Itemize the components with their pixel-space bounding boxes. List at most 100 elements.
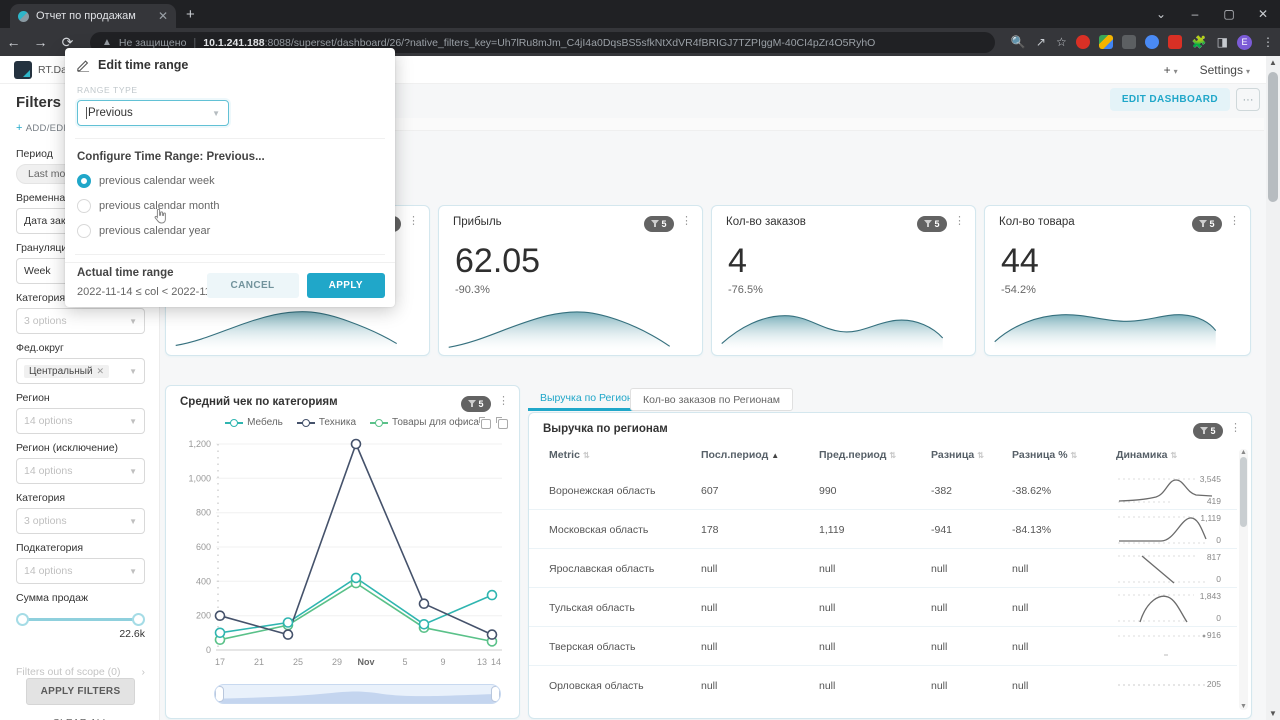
slider-handle-right[interactable]: [132, 613, 145, 626]
kebab-menu-icon[interactable]: ⋮: [1229, 216, 1240, 227]
side-panel-icon[interactable]: ◨: [1217, 35, 1228, 49]
svg-text:1,000: 1,000: [188, 473, 211, 483]
extension-icon-2[interactable]: [1098, 35, 1113, 49]
browser-tab[interactable]: Отчет по продажам ✕: [10, 4, 176, 28]
page-scroll-thumb[interactable]: [1268, 72, 1278, 202]
kpi-card-profit[interactable]: Прибыль 5 ⋮ 62.05 -90.3%: [438, 205, 703, 356]
radio-icon[interactable]: [77, 224, 91, 238]
scroll-up-icon[interactable]: ▲: [1239, 449, 1248, 456]
apply-button[interactable]: APPLY: [306, 272, 385, 298]
forward-icon[interactable]: →: [27, 34, 54, 50]
settings-menu[interactable]: Settings ▾: [1200, 63, 1250, 77]
new-tab-button[interactable]: +: [186, 6, 195, 24]
tab-close-icon[interactable]: ✕: [158, 9, 168, 23]
edit-dashboard-button[interactable]: EDIT DASHBOARD: [1109, 88, 1230, 111]
back-icon[interactable]: ←: [0, 34, 27, 50]
remove-tag-icon[interactable]: ✕: [97, 366, 105, 376]
table-scrollbar[interactable]: ▲ ▼: [1239, 449, 1248, 710]
radio-selected-icon[interactable]: [77, 174, 91, 188]
filter-region-exclude: Регион (исключение) 14 options ▼: [16, 442, 145, 484]
category-select[interactable]: 3 options ▼: [16, 508, 145, 534]
selected-tag[interactable]: Центральный ✕: [24, 364, 110, 378]
legend-item-office[interactable]: Товары для офиса: [370, 417, 479, 428]
zoom-search-icon[interactable]: 🔍: [1011, 35, 1026, 49]
range-type-select[interactable]: Previous ▼: [77, 100, 229, 126]
table-row[interactable]: Тульская область null null null null 1,8…: [529, 588, 1237, 627]
kebab-menu-icon[interactable]: ⋮: [408, 216, 419, 227]
line-chart-card[interactable]: Средний чек по категориям 5 ⋮ Мебель Тех…: [165, 385, 520, 719]
table-chart-card[interactable]: Выручка по регионам 5 ⋮ Metric ⇅ Посл.пер…: [528, 412, 1252, 719]
table-row[interactable]: Ярославская область null null null null …: [529, 549, 1237, 588]
radio-icon[interactable]: [77, 199, 91, 213]
extension-icon-3[interactable]: [1121, 35, 1136, 49]
legend-marker-icon: [225, 418, 244, 427]
fed-district-select[interactable]: Центральный ✕ ▼: [16, 358, 145, 384]
radio-previous-week[interactable]: previous calendar week: [77, 174, 383, 188]
region-select[interactable]: 14 options ▼: [16, 408, 145, 434]
filter-count-badge[interactable]: 5: [644, 216, 674, 232]
chart-range-brush[interactable]: [214, 684, 501, 704]
slider-handle-left[interactable]: [16, 613, 29, 626]
app-logo-icon[interactable]: [14, 61, 32, 79]
radio-previous-month[interactable]: previous calendar month: [77, 199, 383, 213]
kebab-menu-icon[interactable]: ⋮: [681, 216, 692, 227]
browser-menu-icon[interactable]: ⋮: [1262, 35, 1274, 49]
filter-count-badge[interactable]: 5: [1192, 216, 1222, 232]
table-row[interactable]: Тверская область null null null null 916: [529, 627, 1237, 666]
page-scrollbar[interactable]: ▲ ▼: [1266, 56, 1280, 720]
zoom-select-icon[interactable]: [479, 417, 491, 429]
col-diff[interactable]: Разница ⇅: [931, 449, 1012, 461]
kpi-card-items[interactable]: Кол-во товара 5 ⋮ 44 -54.2%: [984, 205, 1251, 356]
minimize-button[interactable]: –: [1178, 0, 1212, 28]
table-row[interactable]: Московская область 178 1,119 -941 -84.13…: [529, 510, 1237, 549]
zoom-reset-icon[interactable]: [496, 417, 508, 429]
region-exclude-select[interactable]: 14 options ▼: [16, 458, 145, 484]
scroll-up-icon[interactable]: ▲: [1266, 58, 1280, 67]
filters-out-of-scope[interactable]: Filters out of scope (0) ›: [16, 666, 145, 678]
new-menu[interactable]: + ▾: [1164, 63, 1178, 77]
table-scroll-thumb[interactable]: [1240, 457, 1247, 527]
legend-item-furniture[interactable]: Мебель: [225, 417, 283, 428]
legend-item-tech[interactable]: Техника: [296, 417, 356, 428]
filter-count-badge[interactable]: 5: [1193, 423, 1223, 439]
brush-handle-right[interactable]: [491, 686, 500, 702]
col-metric[interactable]: Metric ⇅: [549, 449, 701, 461]
sales-sum-slider[interactable]: [16, 612, 145, 626]
close-button[interactable]: ✕: [1246, 0, 1280, 28]
kebab-menu-icon[interactable]: ⋮: [1230, 423, 1241, 434]
svg-text:21: 21: [254, 657, 264, 667]
tab-search-icon[interactable]: ⌄: [1144, 0, 1178, 28]
extension-icon-5[interactable]: [1167, 35, 1182, 49]
popup-title: Edit time range: [98, 58, 189, 72]
kebab-menu-icon[interactable]: ⋮: [498, 396, 509, 407]
client-category-select[interactable]: 3 options ▼: [16, 308, 145, 334]
dashboard-more-button[interactable]: ···: [1236, 88, 1260, 111]
kpi-card-orders[interactable]: Кол-во заказов 5 ⋮ 4 -76.5%: [711, 205, 976, 356]
subcategory-select[interactable]: 14 options ▼: [16, 558, 145, 584]
table-row[interactable]: Орловская область null null null null 20…: [529, 666, 1237, 705]
maximize-button[interactable]: ▢: [1212, 0, 1246, 28]
tab-orders-by-region[interactable]: Кол-во заказов по Регионам: [630, 388, 794, 411]
col-diff-pct[interactable]: Разница % ⇅: [1012, 449, 1116, 461]
bookmark-star-icon[interactable]: ☆: [1056, 35, 1067, 49]
kebab-menu-icon[interactable]: ⋮: [954, 216, 965, 227]
filter-count-badge[interactable]: 5: [461, 396, 491, 412]
col-last-period[interactable]: Посл.период ▲: [701, 449, 819, 461]
scroll-down-icon[interactable]: ▼: [1239, 703, 1248, 710]
table-row[interactable]: Воронежская область 607 990 -382 -38.62%…: [529, 471, 1237, 510]
sparkline-cell: 3,545 419: [1116, 471, 1237, 510]
svg-text:25: 25: [293, 657, 303, 667]
col-dynamics[interactable]: Динамика ⇅: [1116, 449, 1237, 461]
apply-filters-button[interactable]: APPLY FILTERS: [25, 678, 136, 705]
filter-count-badge[interactable]: 5: [917, 216, 947, 232]
profile-avatar[interactable]: E: [1237, 34, 1252, 50]
scroll-down-icon[interactable]: ▼: [1266, 709, 1280, 718]
cancel-button[interactable]: CANCEL: [206, 272, 299, 298]
extensions-puzzle-icon[interactable]: 🧩: [1192, 35, 1207, 49]
extension-icon-1[interactable]: [1075, 35, 1090, 49]
col-prev-period[interactable]: Пред.период ⇅: [819, 449, 931, 461]
extension-icon-4[interactable]: [1144, 35, 1159, 49]
share-icon[interactable]: ↗: [1036, 35, 1046, 49]
brush-handle-left[interactable]: [215, 686, 224, 702]
radio-previous-year[interactable]: previous calendar year: [77, 224, 383, 238]
